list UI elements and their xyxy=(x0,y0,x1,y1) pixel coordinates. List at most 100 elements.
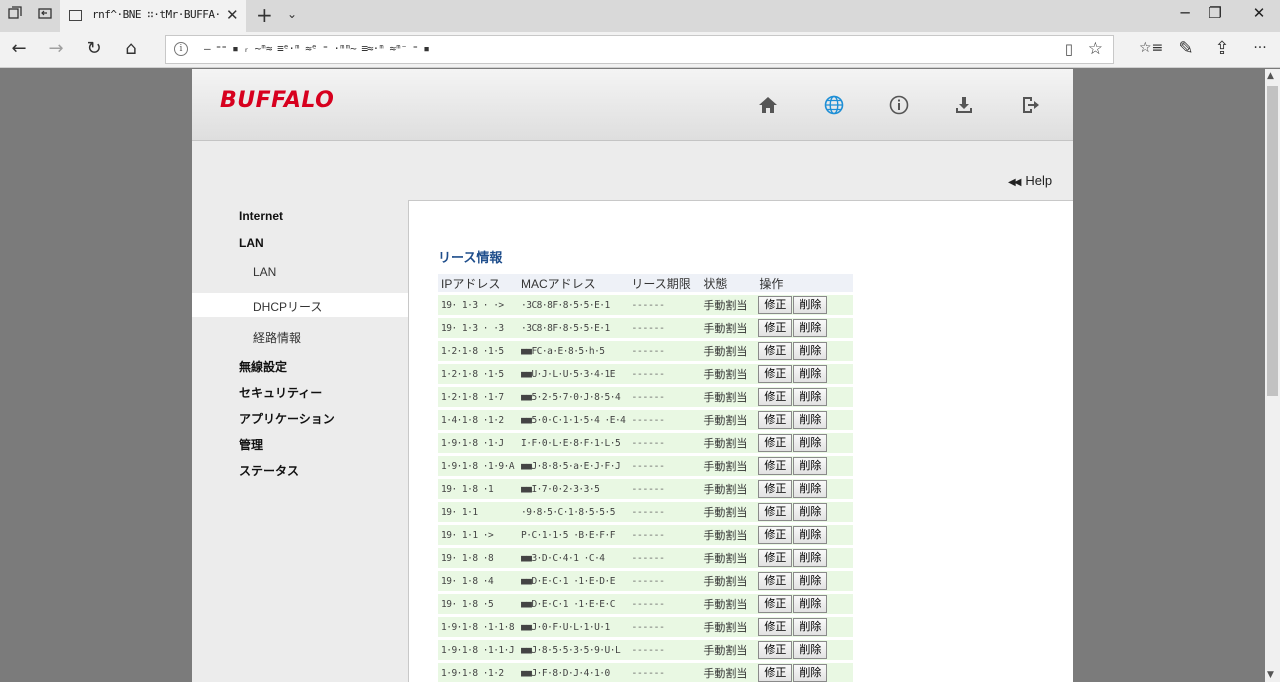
edit-button[interactable]: 修正 xyxy=(758,296,793,314)
edit-button[interactable]: 修正 xyxy=(758,434,793,452)
edit-button[interactable]: 修正 xyxy=(758,641,793,659)
edit-button[interactable]: 修正 xyxy=(758,549,793,567)
edit-button[interactable]: 修正 xyxy=(758,618,793,636)
delete-button[interactable]: 削除 xyxy=(793,618,828,636)
delete-button[interactable]: 削除 xyxy=(793,549,828,567)
refresh-button[interactable]: ↻ xyxy=(83,38,105,59)
new-tab-button[interactable]: + xyxy=(256,3,273,27)
notes-pen-icon[interactable]: ✎ xyxy=(1175,38,1197,59)
edit-button[interactable]: 修正 xyxy=(758,457,793,475)
menu-admin[interactable]: 管理 xyxy=(239,436,263,453)
lease-row: 1·2·1·8 ·1·5 ■■U·J·L·U·5·3·4·1E ------ 手動割当… xyxy=(438,364,853,384)
browser-nav-bar: ← → ↻ ⌂ i — ⁼⁼ ▪ ᵣ ~ᵐ≈ ≡ᵉ·ᵐ ≈ᵉ ⁼ ·ᵐᵐ~ ≡≈… xyxy=(0,32,1280,68)
favorite-star-icon[interactable]: ☆ xyxy=(1088,39,1103,59)
logout-icon[interactable] xyxy=(1016,91,1044,119)
menu-internet[interactable]: Internet xyxy=(239,209,283,223)
lease-row: 19· 1·8 ·8 ■■3·D·C·4·1 ·C·4 ------ 手動割当 修正 削除 xyxy=(438,548,853,568)
lease-expiry: ------ xyxy=(628,295,701,315)
delete-button[interactable]: 削除 xyxy=(793,664,828,682)
edit-button[interactable]: 修正 xyxy=(758,365,793,383)
submenu-dhcp-active[interactable]: DHCPリース xyxy=(192,293,408,317)
tab-menu-chevron-icon[interactable]: ⌄ xyxy=(287,7,297,21)
site-info-icon[interactable]: i xyxy=(174,42,188,56)
edit-button[interactable]: 修正 xyxy=(758,572,793,590)
edit-button[interactable]: 修正 xyxy=(758,595,793,613)
submenu-route-info[interactable]: 経路情報 xyxy=(253,329,301,346)
edit-button[interactable]: 修正 xyxy=(758,480,793,498)
lease-ip: 19· 1·1 ·> xyxy=(438,525,518,545)
delete-button[interactable]: 削除 xyxy=(793,503,828,521)
scroll-down-arrow-icon[interactable]: ▼ xyxy=(1267,670,1274,680)
favorites-hub-icon[interactable]: ☆≡ xyxy=(1139,40,1163,56)
lease-actions: 修正 削除 xyxy=(756,502,853,522)
menu-security[interactable]: セキュリティー xyxy=(239,384,322,401)
forward-button[interactable]: → xyxy=(45,38,67,59)
home-icon[interactable] xyxy=(754,91,782,119)
home-button[interactable]: ⌂ xyxy=(120,38,142,59)
address-bar[interactable]: i — ⁼⁼ ▪ ᵣ ~ᵐ≈ ≡ᵉ·ᵐ ≈ᵉ ⁼ ·ᵐᵐ~ ≡≈·ᵐ ≈ᵐ⁻ ⁼… xyxy=(165,35,1114,64)
lease-row: 19· 1·1·9·8·5·C·1·8·5·5·5 ------ 手動割当 修正 削除 xyxy=(438,502,853,522)
download-icon[interactable] xyxy=(950,91,978,119)
vertical-scrollbar[interactable]: ▲ ▼ xyxy=(1265,69,1280,682)
lease-row: 1·2·1·8 ·1·7 ■■5·2·5·7·0·J·8·5·4 ------ 手動割… xyxy=(438,387,853,407)
lease-expiry: ------ xyxy=(628,479,701,499)
scrollbar-thumb[interactable] xyxy=(1267,86,1278,396)
delete-button[interactable]: 削除 xyxy=(793,595,828,613)
lease-ip: 19· 1·8 ·8 xyxy=(438,548,518,568)
help-toggle[interactable]: ◀◀ Help xyxy=(1008,173,1052,188)
delete-button[interactable]: 削除 xyxy=(793,296,828,314)
globe-icon[interactable] xyxy=(820,91,848,119)
menu-applications[interactable]: アプリケーション xyxy=(239,410,335,427)
set-aside-icon[interactable] xyxy=(35,6,55,26)
lease-ip: 19· 1·8 ·5 xyxy=(438,594,518,614)
delete-button[interactable]: 削除 xyxy=(793,457,828,475)
lease-expiry: ------ xyxy=(628,502,701,522)
lease-actions: 修正 削除 xyxy=(756,617,853,637)
lease-mac: I·F·0·L·E·8·F·1·L·5 xyxy=(518,433,629,453)
delete-button[interactable]: 削除 xyxy=(793,319,828,337)
restore-button[interactable]: ❐ xyxy=(1205,4,1225,22)
edit-button[interactable]: 修正 xyxy=(758,388,793,406)
edit-button[interactable]: 修正 xyxy=(758,526,793,544)
share-icon[interactable]: ⇪ xyxy=(1211,38,1233,59)
delete-button[interactable]: 削除 xyxy=(793,342,828,360)
edit-button[interactable]: 修正 xyxy=(758,664,793,682)
lease-actions: 修正 削除 xyxy=(756,295,853,315)
lease-expiry: ------ xyxy=(628,433,701,453)
delete-button[interactable]: 削除 xyxy=(793,526,828,544)
lease-mac: ■■5·0·C·1·1·5·4 ·E·4 xyxy=(518,410,629,430)
submenu-lan[interactable]: LAN xyxy=(253,265,276,279)
back-button[interactable]: ← xyxy=(8,38,30,59)
menu-wireless[interactable]: 無線設定 xyxy=(239,358,287,375)
buffalo-logo[interactable]: BUFFALO xyxy=(220,88,334,113)
edit-button[interactable]: 修正 xyxy=(758,503,793,521)
edit-button[interactable]: 修正 xyxy=(758,342,793,360)
menu-lan[interactable]: LAN xyxy=(239,236,264,250)
more-menu-icon[interactable]: ··· xyxy=(1249,40,1271,56)
lease-actions: 修正 削除 xyxy=(756,318,853,338)
edit-button[interactable]: 修正 xyxy=(758,411,793,429)
scroll-up-arrow-icon[interactable]: ▲ xyxy=(1267,71,1274,81)
router-page: BUFFALO ◀◀ Help Internet LAN LAN DHCPリース … xyxy=(192,69,1073,682)
edit-button[interactable]: 修正 xyxy=(758,319,793,337)
delete-button[interactable]: 削除 xyxy=(793,641,828,659)
close-window-button[interactable]: ✕ xyxy=(1249,4,1269,22)
delete-button[interactable]: 削除 xyxy=(793,411,828,429)
browser-tab[interactable]: rnf^·BNE ∷·tMr·BUFFA· ✕ xyxy=(60,0,246,32)
delete-button[interactable]: 削除 xyxy=(793,434,828,452)
lease-row: 19· 1·1 ·> P·C·1·1·5 ·B·E·F·F ------ 手動割当 修正… xyxy=(438,525,853,545)
menu-status[interactable]: ステータス xyxy=(239,462,299,479)
close-tab-icon[interactable]: ✕ xyxy=(226,6,239,24)
tab-overview-icon[interactable] xyxy=(5,6,25,26)
reading-view-icon[interactable]: ▯ xyxy=(1065,40,1073,58)
lease-mac: ·3C8·8F·8·5·5·E·1 xyxy=(518,318,629,338)
delete-button[interactable]: 削除 xyxy=(793,365,828,383)
lease-row: 19· 1·8 ·5 ■■D·E·C·1 ·1·E·E·C ------ 手動割当 修正… xyxy=(438,594,853,614)
lease-row: 1·9·1·8 ·1·1·J ■■J·8·5·5·3·5·9·U·L ------ 手… xyxy=(438,640,853,660)
delete-button[interactable]: 削除 xyxy=(793,480,828,498)
delete-button[interactable]: 削除 xyxy=(793,572,828,590)
delete-button[interactable]: 削除 xyxy=(793,388,828,406)
address-url[interactable]: — ⁼⁼ ▪ ᵣ ~ᵐ≈ ≡ᵉ·ᵐ ≈ᵉ ⁼ ·ᵐᵐ~ ≡≈·ᵐ ≈ᵐ⁻ ⁼ ▪ xyxy=(204,42,430,55)
minimize-button[interactable]: ─ xyxy=(1175,4,1195,22)
info-icon[interactable] xyxy=(885,91,913,119)
